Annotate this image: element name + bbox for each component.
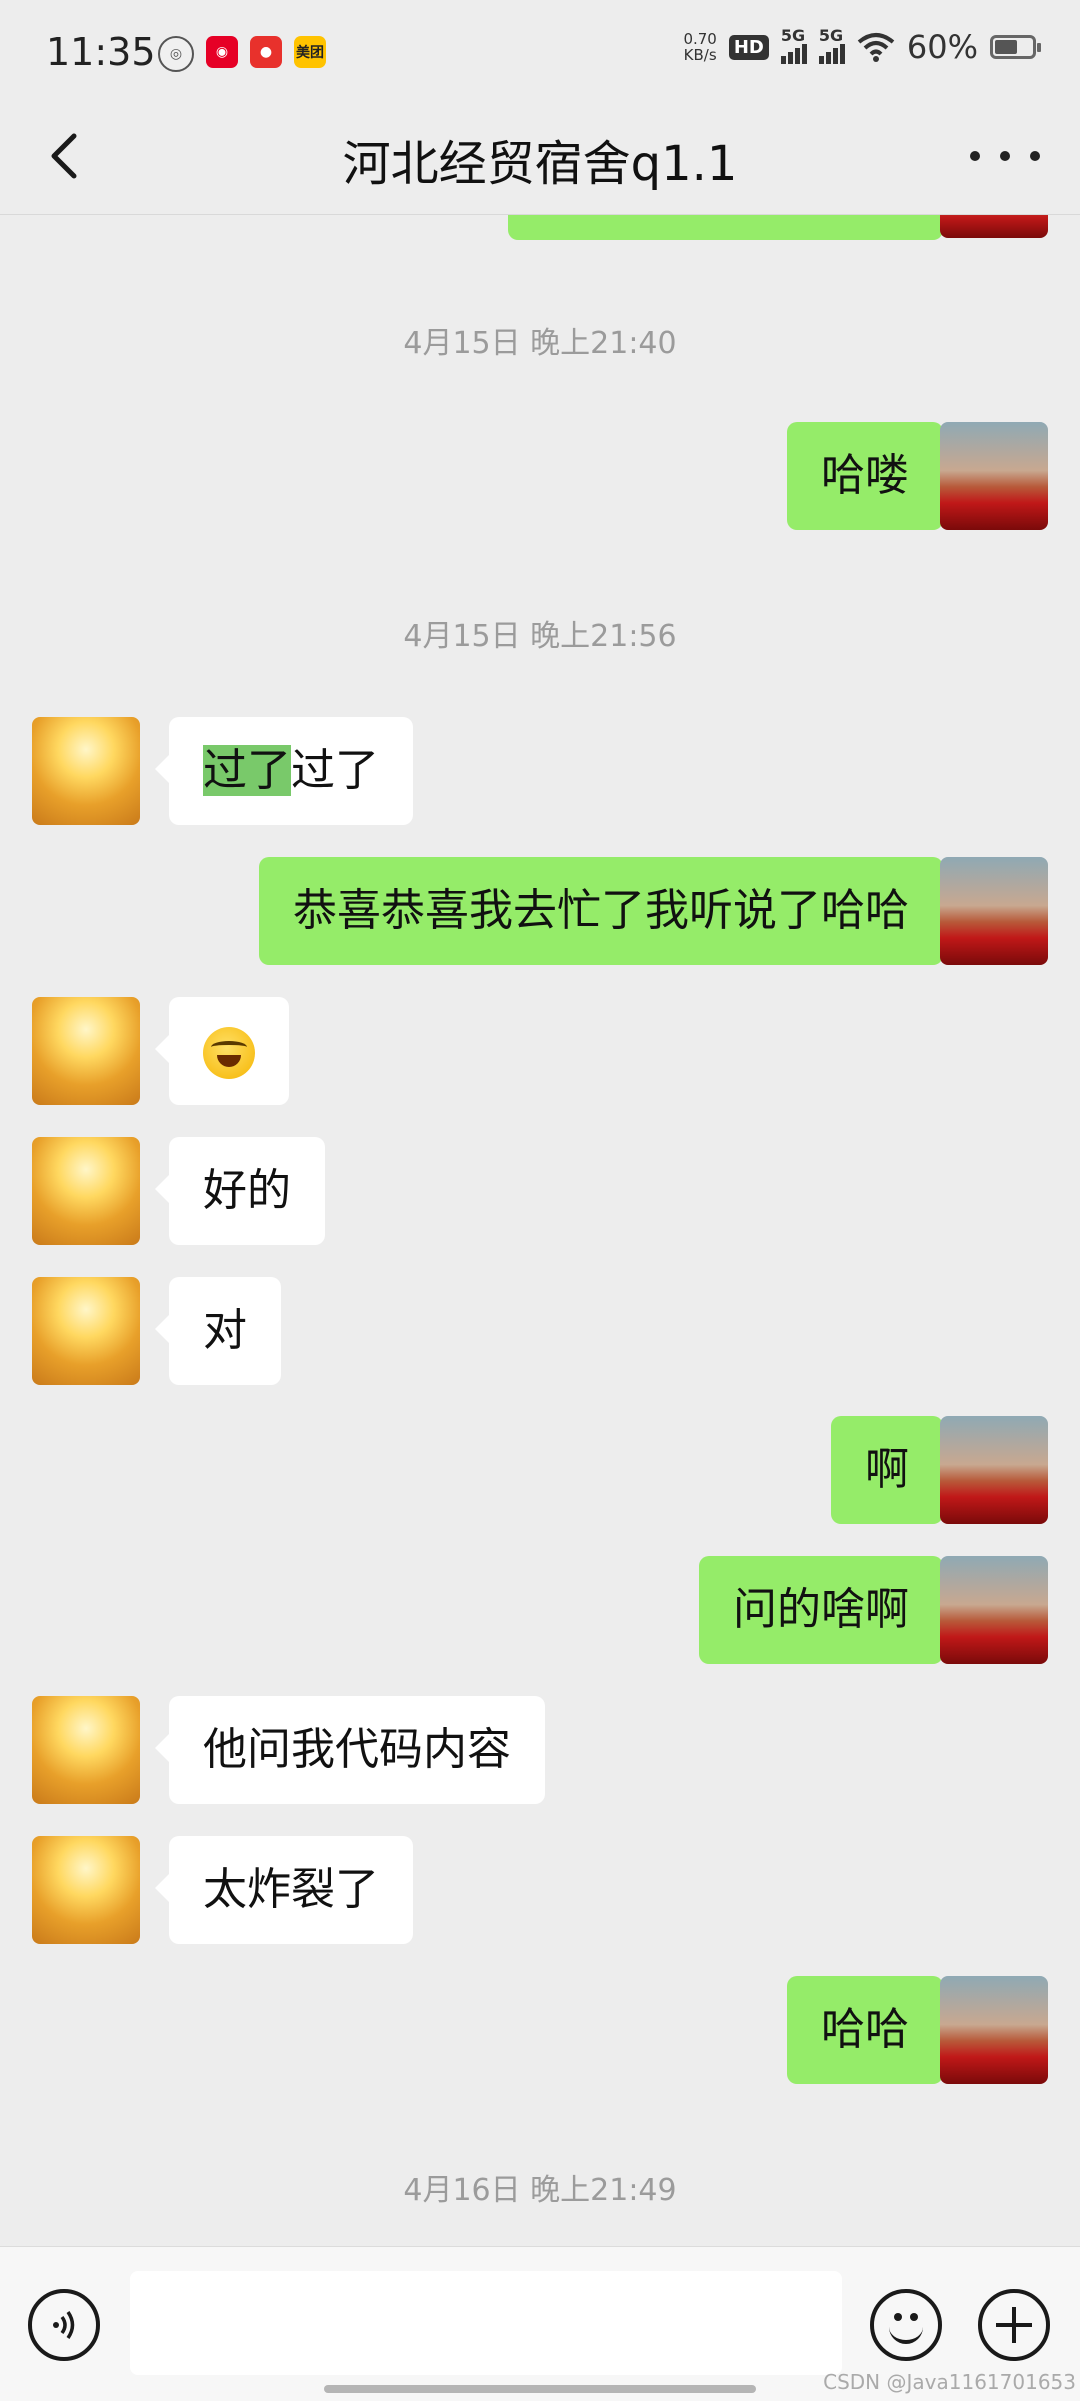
voice-icon[interactable] <box>28 2289 100 2361</box>
message-bubble[interactable]: 他问我代码内容 <box>155 1696 545 1804</box>
message-bubble[interactable]: 好的 <box>155 1137 325 1245</box>
my-avatar[interactable] <box>940 422 1048 530</box>
orbit-app-icon: ◎ <box>158 36 194 72</box>
dog-app-icon: ● <box>250 36 282 68</box>
status-app-icons: ◎ ◉ ● 美团 <box>158 36 326 72</box>
chat-title: 河北经贸宿舍q1.1 <box>342 136 738 192</box>
plus-icon[interactable] <box>978 2289 1050 2361</box>
message-text-input[interactable] <box>130 2271 842 2375</box>
friend-avatar[interactable] <box>32 1836 140 1944</box>
timestamp: 4月15日 晚上21:56 <box>403 619 677 654</box>
message-bubble[interactable] <box>155 997 289 1105</box>
status-time: 11:35 <box>46 30 156 74</box>
message-bubble[interactable]: 对 <box>155 1277 281 1385</box>
timestamp: 4月15日 晚上21:40 <box>403 326 677 361</box>
selected-text-highlight[interactable]: 过了 <box>203 745 291 796</box>
battery-percent: 60% <box>906 28 978 66</box>
wifi-icon <box>857 33 895 62</box>
friend-avatar[interactable] <box>32 1137 140 1245</box>
meituan-icon: 美团 <box>294 36 326 68</box>
message-bubble[interactable]: 啊 <box>831 1416 957 1524</box>
netease-music-icon: ◉ <box>206 36 238 68</box>
timestamp: 4月16日 晚上21:49 <box>403 2173 677 2208</box>
message-bubble[interactable]: 哈喽 <box>787 422 957 530</box>
status-bar: 11:35 ◎ ◉ ● 美团 0.70 KB/s HD 5G 5G 60% <box>0 0 1080 100</box>
message-bubble[interactable]: 过了过了 <box>155 717 413 825</box>
signal-icon: 5G <box>780 26 807 64</box>
friend-avatar[interactable] <box>32 1696 140 1804</box>
my-avatar[interactable] <box>940 1976 1048 2084</box>
friend-avatar[interactable] <box>32 717 140 825</box>
more-options-icon[interactable] <box>970 136 1040 176</box>
home-indicator[interactable] <box>324 2385 756 2393</box>
status-indicators: 0.70 KB/s HD 5G 5G 60% <box>683 26 1041 66</box>
message-bubble[interactable]: 哈哈 <box>787 1976 957 2084</box>
my-avatar[interactable] <box>940 214 1048 238</box>
my-avatar[interactable] <box>940 1556 1048 1664</box>
signal-icon: 5G <box>818 26 845 64</box>
hd-icon: HD <box>728 34 769 60</box>
friend-avatar[interactable] <box>32 997 140 1105</box>
chat-message-list[interactable]: 4月15日 晚上21:40 哈喽 4月15日 晚上21:56 过了过了 恭喜恭喜… <box>0 214 1080 2246</box>
message-bubble[interactable]: 问的啥啊 <box>699 1556 957 1664</box>
message-bubble[interactable]: 太炸裂了 <box>155 1836 413 1944</box>
friend-avatar[interactable] <box>32 1277 140 1385</box>
emoji-icon[interactable] <box>870 2289 942 2361</box>
tears-of-joy-emoji-icon <box>203 1027 255 1079</box>
my-avatar[interactable] <box>940 1416 1048 1524</box>
watermark: CSDN @Java1161701653 <box>823 2370 1076 2394</box>
my-avatar[interactable] <box>940 857 1048 965</box>
battery-icon <box>990 35 1041 59</box>
partial-message-bubble[interactable] <box>508 214 943 240</box>
message-bubble[interactable]: 恭喜恭喜我去忙了我听说了哈哈 <box>259 857 957 965</box>
voice-wave-icon <box>53 2311 75 2339</box>
chat-header: 河北经贸宿舍q1.1 <box>0 100 1080 215</box>
network-speed: 0.70 KB/s <box>683 30 717 64</box>
